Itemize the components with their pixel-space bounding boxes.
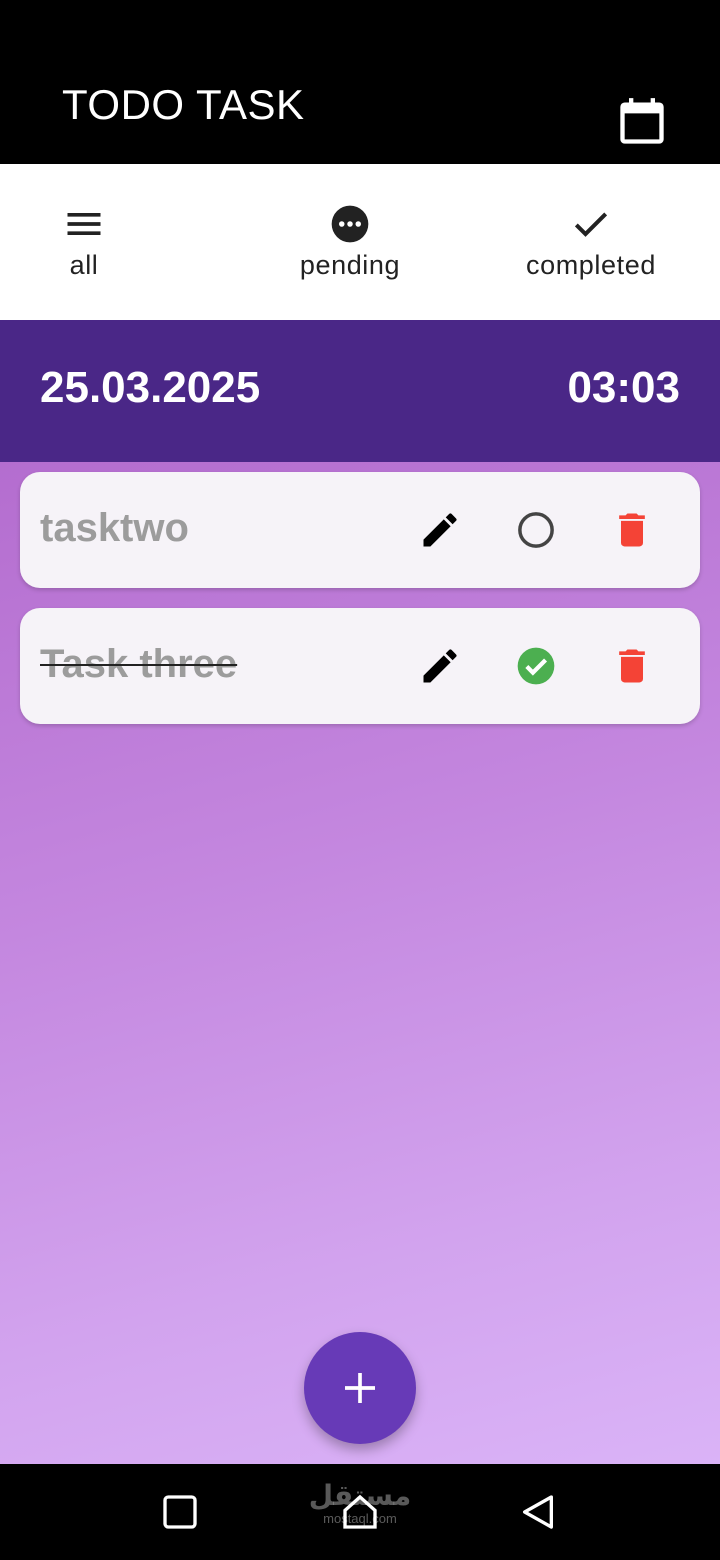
- plus-icon: [345, 1373, 375, 1403]
- current-date: 25.03.2025: [40, 363, 261, 412]
- date-time-bar: 25.03.2025 03:03: [0, 320, 720, 462]
- task-card[interactable]: tasktwo: [20, 472, 700, 588]
- recent-apps-button[interactable]: [160, 1492, 200, 1532]
- delete-button[interactable]: [610, 508, 654, 552]
- app-bar: TODO TASK: [0, 0, 720, 164]
- tab-completed[interactable]: completed: [510, 164, 672, 320]
- edit-button[interactable]: [418, 644, 462, 688]
- app-title: TODO TASK: [62, 81, 305, 128]
- add-task-button[interactable]: [304, 1332, 416, 1444]
- tab-all[interactable]: all: [44, 164, 124, 320]
- trash-icon: [619, 649, 645, 683]
- check-circle-icon: [517, 647, 555, 685]
- tab-pending[interactable]: pending: [280, 164, 420, 320]
- calendar-icon: [620, 98, 664, 144]
- trash-icon: [619, 513, 645, 547]
- task-title: Task three: [40, 642, 238, 686]
- toggle-complete-button[interactable]: [514, 508, 558, 552]
- filter-tabs: all pending completed: [0, 164, 720, 320]
- back-button[interactable]: [518, 1492, 558, 1532]
- back-triangle-icon: [523, 1495, 553, 1529]
- tab-pending-label: pending: [299, 250, 401, 280]
- circle-outline-icon: [518, 512, 554, 548]
- system-nav-bar: مستقل mostaql.com: [0, 1464, 720, 1560]
- toggle-complete-button[interactable]: [514, 644, 558, 688]
- delete-button[interactable]: [610, 644, 654, 688]
- calendar-button[interactable]: [616, 96, 668, 148]
- pencil-icon: [423, 513, 457, 547]
- pencil-icon: [423, 649, 457, 683]
- home-button[interactable]: [340, 1492, 380, 1532]
- square-icon: [163, 1495, 197, 1529]
- menu-icon: [67, 213, 101, 235]
- check-icon: [574, 212, 608, 237]
- task-card[interactable]: Task three: [20, 608, 700, 724]
- current-time: 03:03: [567, 363, 680, 412]
- task-list: tasktwo Task three: [0, 462, 720, 1464]
- tab-all-label: all: [69, 250, 99, 280]
- home-icon: [343, 1494, 377, 1529]
- edit-button[interactable]: [418, 508, 462, 552]
- more-horizontal-circle-icon: [331, 205, 369, 243]
- tab-completed-label: completed: [526, 250, 656, 280]
- task-title: tasktwo: [40, 506, 189, 550]
